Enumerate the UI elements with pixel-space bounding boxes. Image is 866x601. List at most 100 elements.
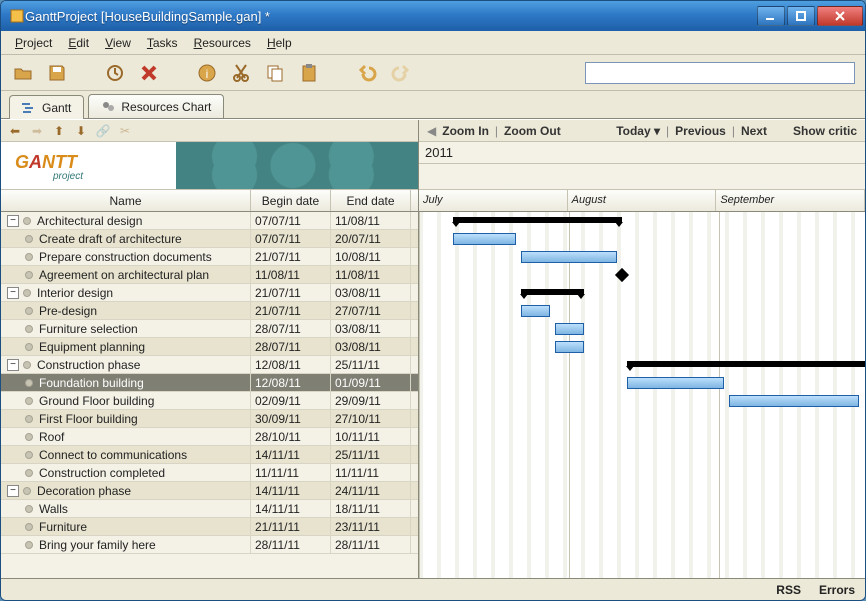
zoom-in-button[interactable]: Zoom In <box>442 124 489 138</box>
task-bullet-icon <box>25 415 33 423</box>
task-bar[interactable] <box>521 251 617 263</box>
nav-fwd-icon[interactable]: ➡ <box>29 123 45 139</box>
table-row[interactable]: −Interior design21/07/1103/08/11 <box>1 284 418 302</box>
task-bar[interactable] <box>453 233 516 245</box>
open-icon[interactable] <box>11 61 35 85</box>
task-bar[interactable] <box>729 395 859 407</box>
task-bullet-icon <box>25 541 33 549</box>
menu-project[interactable]: Project <box>7 34 60 52</box>
table-row[interactable]: −Construction phase12/08/1125/11/11 <box>1 356 418 374</box>
next-button[interactable]: Next <box>741 124 767 138</box>
summary-bar[interactable] <box>627 361 865 367</box>
table-row[interactable]: Prepare construction documents21/07/1110… <box>1 248 418 266</box>
nav-unlink-icon[interactable]: ✂ <box>117 123 133 139</box>
task-end: 20/07/11 <box>331 230 411 247</box>
collapse-icon[interactable]: − <box>7 485 19 497</box>
table-row[interactable]: First Floor building30/09/1127/10/11 <box>1 410 418 428</box>
menu-edit[interactable]: Edit <box>60 34 97 52</box>
properties-icon[interactable]: i <box>195 61 219 85</box>
status-errors[interactable]: Errors <box>819 583 855 597</box>
redo-icon[interactable] <box>389 61 413 85</box>
table-row[interactable]: Equipment planning28/07/1103/08/11 <box>1 338 418 356</box>
save-icon[interactable] <box>45 61 69 85</box>
task-end: 18/11/11 <box>331 500 411 517</box>
gantt-chart[interactable] <box>419 212 865 578</box>
task-end: 25/11/11 <box>331 356 411 373</box>
previous-button[interactable]: Previous <box>675 124 726 138</box>
search-input[interactable] <box>585 62 855 84</box>
maximize-button[interactable] <box>787 6 815 26</box>
minimize-button[interactable] <box>757 6 785 26</box>
show-critic-button[interactable]: Show critic <box>793 124 857 138</box>
table-row[interactable]: Ground Floor building02/09/1129/09/11 <box>1 392 418 410</box>
summary-bar[interactable] <box>453 217 622 223</box>
th-end[interactable]: End date <box>331 190 411 211</box>
undo-icon[interactable] <box>355 61 379 85</box>
task-bullet-icon <box>25 433 33 441</box>
task-name: Pre-design <box>39 304 97 318</box>
table-row[interactable]: Foundation building12/08/1101/09/11 <box>1 374 418 392</box>
table-row[interactable]: Furniture selection28/07/1103/08/11 <box>1 320 418 338</box>
th-name[interactable]: Name <box>1 190 251 211</box>
task-begin: 28/11/11 <box>251 536 331 553</box>
table-row[interactable]: Create draft of architecture07/07/1120/0… <box>1 230 418 248</box>
task-end: 27/07/11 <box>331 302 411 319</box>
table-row[interactable]: −Architectural design07/07/1111/08/11 <box>1 212 418 230</box>
nav-link-icon[interactable]: 🔗 <box>95 123 111 139</box>
gantt-icon <box>22 101 36 115</box>
menu-tasks[interactable]: Tasks <box>139 34 186 52</box>
task-bar[interactable] <box>627 377 724 389</box>
menu-view[interactable]: View <box>97 34 139 52</box>
menu-resources[interactable]: Resources <box>186 34 259 52</box>
status-rss[interactable]: RSS <box>776 583 801 597</box>
titlebar[interactable]: GanttProject [HouseBuildingSample.gan] * <box>1 1 865 31</box>
task-bar[interactable] <box>555 323 584 335</box>
collapse-icon[interactable]: − <box>7 215 19 227</box>
task-bar[interactable] <box>521 305 550 317</box>
collapse-icon[interactable]: − <box>7 287 19 299</box>
task-table-body[interactable]: −Architectural design07/07/1111/08/11Cre… <box>1 212 418 578</box>
month-cell: July <box>419 190 568 211</box>
menubar: Project Edit View Tasks Resources Help <box>1 31 865 55</box>
table-row[interactable]: Construction completed11/11/1111/11/11 <box>1 464 418 482</box>
task-bullet-icon <box>25 469 33 477</box>
table-row[interactable]: Connect to communications14/11/1125/11/1… <box>1 446 418 464</box>
delete-icon[interactable] <box>137 61 161 85</box>
cut-icon[interactable] <box>229 61 253 85</box>
table-row[interactable]: Roof28/10/1110/11/11 <box>1 428 418 446</box>
paste-icon[interactable] <box>297 61 321 85</box>
task-bullet-icon <box>25 343 33 351</box>
task-bullet-icon <box>25 505 33 513</box>
refresh-icon[interactable] <box>103 61 127 85</box>
task-end: 03/08/11 <box>331 320 411 337</box>
table-row[interactable]: Pre-design21/07/1127/07/11 <box>1 302 418 320</box>
nav-up-icon[interactable]: ⬆ <box>51 123 67 139</box>
brand-banner: GANTTproject <box>1 142 418 190</box>
task-begin: 21/11/11 <box>251 518 331 535</box>
table-row[interactable]: Walls14/11/1118/11/11 <box>1 500 418 518</box>
menu-help[interactable]: Help <box>259 34 300 52</box>
table-row[interactable]: Bring your family here28/11/1128/11/11 <box>1 536 418 554</box>
table-row[interactable]: Furniture21/11/1123/11/11 <box>1 518 418 536</box>
today-button[interactable]: Today ▾ <box>616 124 660 138</box>
nav-down-icon[interactable]: ⬇ <box>73 123 89 139</box>
task-name: Construction completed <box>39 466 165 480</box>
copy-icon[interactable] <box>263 61 287 85</box>
nav-back-icon[interactable]: ⬅ <box>7 123 23 139</box>
collapse-icon[interactable]: − <box>7 359 19 371</box>
table-row[interactable]: −Decoration phase14/11/1124/11/11 <box>1 482 418 500</box>
tab-gantt[interactable]: Gantt <box>9 95 84 119</box>
tab-resources[interactable]: Resources Chart <box>88 94 224 118</box>
milestone-marker[interactable] <box>615 268 629 282</box>
task-bullet-icon <box>25 235 33 243</box>
summary-bar[interactable] <box>521 289 584 295</box>
task-bullet-icon <box>25 253 33 261</box>
zoom-out-button[interactable]: Zoom Out <box>504 124 561 138</box>
table-row[interactable]: Agreement on architectural plan11/08/111… <box>1 266 418 284</box>
close-button[interactable] <box>817 6 863 26</box>
task-bullet-icon <box>25 397 33 405</box>
task-bar[interactable] <box>555 341 584 353</box>
task-end: 03/08/11 <box>331 338 411 355</box>
th-begin[interactable]: Begin date <box>251 190 331 211</box>
task-name: Roof <box>39 430 64 444</box>
